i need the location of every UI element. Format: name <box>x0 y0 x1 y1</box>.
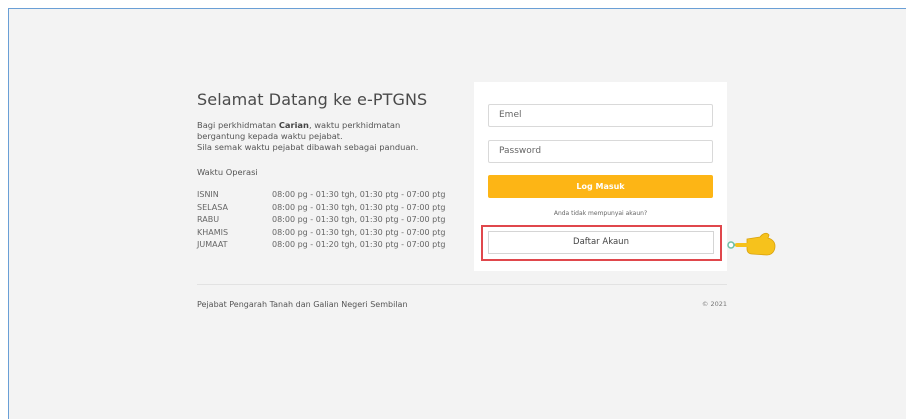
hours-row-selasa: SELASA 08:00 pg - 01:30 tgh, 01:30 ptg -… <box>197 202 467 215</box>
service-info-bold: Carian <box>278 120 309 130</box>
email-field[interactable]: Emel <box>488 104 713 127</box>
welcome-panel: Selamat Datang ke e-PTGNS Bagi perkhidma… <box>197 90 467 252</box>
operating-hours-list: ISNIN 08:00 pg - 01:30 tgh, 01:30 ptg - … <box>197 189 467 252</box>
service-info-line3: Sila semak waktu pejabat dibawah sebagai… <box>197 142 419 152</box>
footer-divider <box>197 284 727 285</box>
hours-row-isnin: ISNIN 08:00 pg - 01:30 tgh, 01:30 ptg - … <box>197 189 467 202</box>
register-button[interactable]: Daftar Akaun <box>488 231 714 254</box>
welcome-title: Selamat Datang ke e-PTGNS <box>197 90 428 109</box>
pointing-hand-icon <box>727 232 776 256</box>
day-label: SELASA <box>197 202 228 212</box>
time-label: 08:00 pg - 01:30 tgh, 01:30 ptg - 07:00 … <box>272 227 446 237</box>
time-label: 08:00 pg - 01:30 tgh, 01:30 ptg - 07:00 … <box>272 202 446 212</box>
time-label: 08:00 pg - 01:20 tgh, 01:30 ptg - 07:00 … <box>272 240 446 249</box>
footer-office-name: Pejabat Pengarah Tanah dan Galian Negeri… <box>197 300 408 309</box>
service-info: Bagi perkhidmatan Carian, waktu perkhidm… <box>197 120 467 153</box>
service-info-text: Bagi perkhidmatan <box>197 120 279 130</box>
hours-row-rabu: RABU 08:00 pg - 01:30 tgh, 01:30 ptg - 0… <box>197 214 467 227</box>
login-button[interactable]: Log Masuk <box>488 175 713 198</box>
day-label: ISNIN <box>197 190 219 199</box>
time-label: 08:00 pg - 01:30 tgh, 01:30 ptg - 07:00 … <box>272 215 446 224</box>
day-label: JUMAAT <box>197 240 228 249</box>
hours-row-khamis: KHAMIS 08:00 pg - 01:30 tgh, 01:30 ptg -… <box>197 227 467 240</box>
hours-row-jumaat: JUMAAT 08:00 pg - 01:20 tgh, 01:30 ptg -… <box>197 239 467 252</box>
footer-copyright: © 2021 <box>701 300 727 308</box>
no-account-text: Anda tidak mempunyai akaun? <box>553 210 648 217</box>
day-label: RABU <box>197 215 220 224</box>
service-info-line2: bergantung kepada waktu pejabat. <box>197 131 343 141</box>
password-field[interactable]: Password <box>488 140 713 163</box>
day-label: KHAMIS <box>197 227 229 237</box>
time-label: 08:00 pg - 01:30 tgh, 01:30 ptg - 07:00 … <box>272 190 446 199</box>
service-info-text-end: , waktu perkhidmatan <box>308 120 401 130</box>
operations-title: Waktu Operasi <box>197 167 258 177</box>
